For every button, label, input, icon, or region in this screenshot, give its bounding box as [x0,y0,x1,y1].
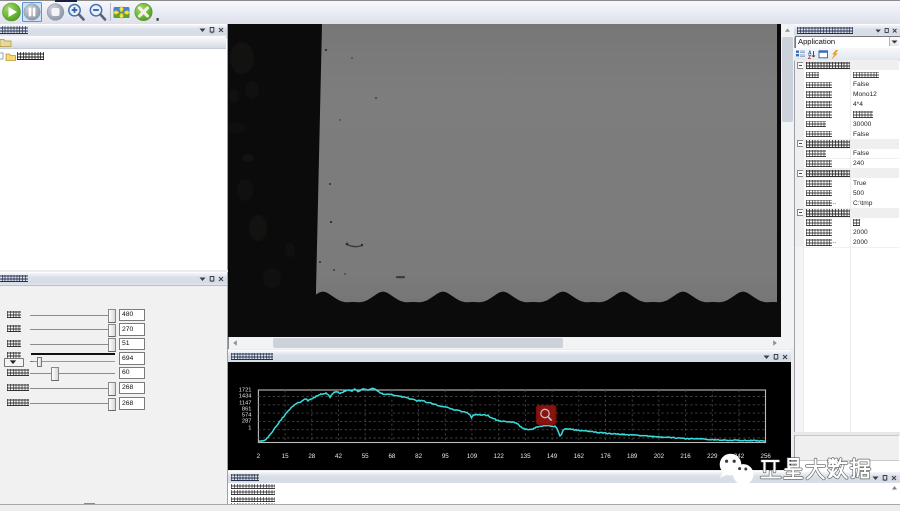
svg-text:Z: Z [808,54,811,58]
